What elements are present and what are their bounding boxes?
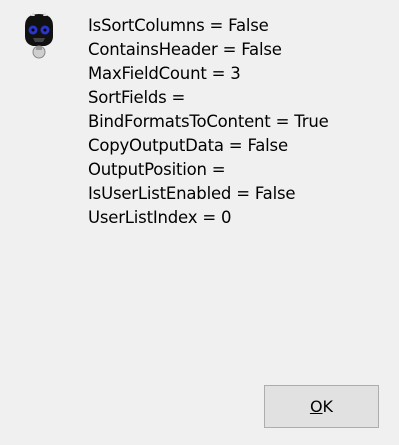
message-line-user-list-index: UserListIndex = 0 bbox=[88, 208, 232, 227]
ok-button-label: OK bbox=[310, 397, 333, 416]
ok-label-rest: K bbox=[322, 397, 334, 416]
ok-accelerator: O bbox=[309, 397, 323, 416]
message-line-contains-header: ContainsHeader = False bbox=[88, 40, 282, 59]
message-line-bind-formats-to-content: BindFormatsToContent = True bbox=[88, 112, 329, 131]
message-dialog: IsSortColumns = False ContainsHeader = F… bbox=[0, 0, 399, 445]
message-text: IsSortColumns = False ContainsHeader = F… bbox=[88, 14, 399, 230]
message-line-sort-fields: SortFields = bbox=[88, 88, 186, 107]
message-line-copy-output-data: CopyOutputData = False bbox=[88, 136, 288, 155]
message-line-is-user-list-enabled: IsUserListEnabled = False bbox=[88, 184, 296, 203]
message-line-output-position: OutputPosition = bbox=[88, 160, 226, 179]
message-line-is-sort-columns: IsSortColumns = False bbox=[88, 16, 269, 35]
message-line-max-field-count: MaxFieldCount = 3 bbox=[88, 64, 241, 83]
ok-button[interactable]: OK bbox=[264, 385, 379, 428]
skull-mascot-icon bbox=[19, 12, 59, 60]
